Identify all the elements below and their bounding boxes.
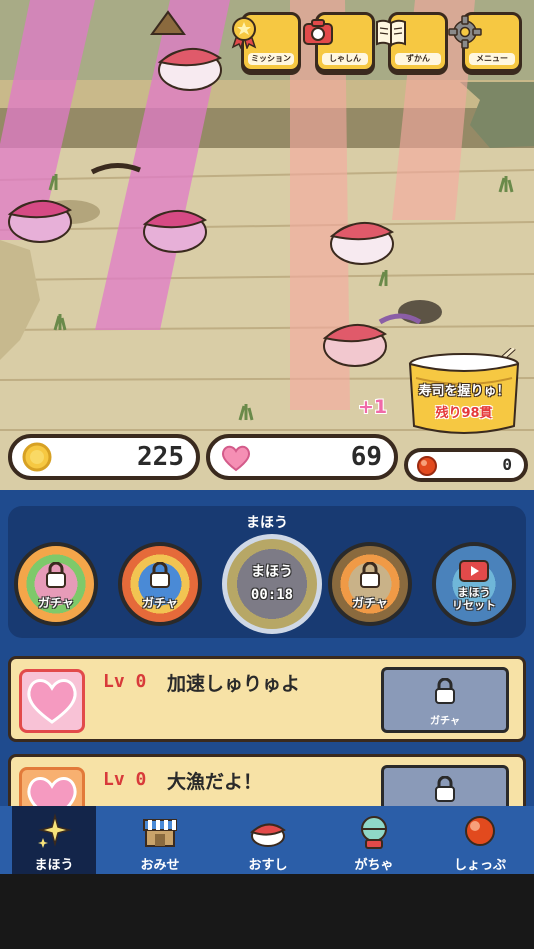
orb-count: 0 [502, 455, 512, 474]
tab-magic[interactable]: まほう [12, 806, 96, 874]
menu-label: メニュー [469, 53, 515, 65]
coin-count: 225 [137, 442, 184, 472]
magic-slot-3-caption: まほう [251, 564, 293, 580]
tab-sushi[interactable]: おすし [226, 806, 310, 874]
coin-counter: 225 [8, 434, 200, 480]
mission-label: ミッション [248, 53, 294, 65]
tv-icon [459, 560, 489, 582]
bucket-remaining: 残り98貫 [435, 406, 493, 421]
lock-icon [360, 562, 380, 588]
tab-gacha[interactable]: がちゃ [332, 806, 416, 874]
upgrade-row-catch: Lv 0 大漁だよ！ [8, 754, 526, 806]
heart-icon [27, 777, 77, 806]
coin-icon [22, 442, 52, 472]
bottom-tab-bar: まほう おみせ おすし がちゃ しょっぷ [0, 806, 534, 874]
magic-slot-3-active[interactable]: まほう 00:18 [222, 534, 322, 634]
magic-slot-3-timer: 00:18 [250, 587, 294, 603]
heart-thumbnail [19, 669, 85, 733]
gacha-locked-button[interactable] [381, 765, 509, 806]
heart-counter: 69 [206, 434, 398, 480]
book-icon [376, 19, 406, 47]
sushi-icon [250, 823, 286, 847]
photo-label: しゃしん [322, 53, 368, 65]
magic-slot-4-caption: ガチャ [352, 596, 388, 610]
lock-icon [46, 562, 66, 588]
upgrade-name: 大漁だよ！ [167, 771, 263, 793]
heart-count: 69 [350, 442, 382, 472]
menu-button[interactable]: メニュー [448, 12, 522, 72]
camera-icon [303, 19, 333, 45]
gacha-locked-button[interactable]: ガチャ [381, 667, 509, 733]
sparkle-icon [38, 813, 72, 848]
magic-slot-4[interactable]: ガチャ [328, 542, 412, 626]
magic-box: まほう ガチャ ガチャ まほう 00:18 ガチャ まほう リセット [8, 506, 526, 638]
bottom-empty-area [0, 874, 534, 949]
lock-icon [435, 678, 455, 704]
magic-slot-1-caption: ガチャ [38, 596, 74, 610]
magic-title: まほう [246, 515, 288, 531]
tab-store-label: しょっぷ [453, 858, 506, 873]
tab-sushi-label: おすし [248, 858, 288, 873]
magic-panel: まほう ガチャ ガチャ まほう 00:18 ガチャ まほう リセット Lv 0 … [0, 490, 534, 806]
mission-button[interactable]: ミッション [231, 12, 301, 72]
game-scene[interactable]: ミッション しゃしん ずかん メニュー 寿司を握りゅ！ 残り98貫 +1 225… [0, 0, 534, 490]
floating-gain-text: +1 [358, 396, 388, 418]
tab-magic-label: まほう [34, 858, 74, 873]
orb-icon [417, 456, 437, 476]
encyclopedia-label: ずかん [395, 53, 441, 65]
photo-button[interactable]: しゃしん [303, 12, 375, 72]
magic-slot-2[interactable]: ガチャ [118, 542, 202, 626]
magic-slot-5-caption: まほう リセット [452, 586, 496, 612]
lock-icon [435, 776, 455, 802]
heart-icon [221, 445, 251, 472]
catch-thumbnail [19, 767, 85, 806]
tab-store[interactable]: しょっぷ [438, 806, 522, 874]
magic-slot-5-reset[interactable]: まほう リセット [432, 542, 516, 626]
medal-icon [231, 17, 257, 49]
heart-icon [27, 679, 77, 724]
orb-icon [465, 816, 495, 846]
upgrade-row-speed: Lv 0 加速しゅりゅよ ガチャ [8, 656, 526, 742]
encyclopedia-button[interactable]: ずかん [376, 12, 448, 72]
tab-gacha-label: がちゃ [354, 858, 394, 873]
upgrade-level: Lv 0 [103, 671, 147, 692]
magic-slot-1[interactable]: ガチャ [14, 542, 98, 626]
tab-shop-label: おみせ [140, 858, 180, 873]
magic-slot-2-caption: ガチャ [142, 596, 178, 610]
gear-icon [448, 15, 482, 49]
shop-icon [143, 819, 177, 847]
bucket-title: 寿司を握りゅ！ [418, 384, 510, 399]
rice-bucket[interactable]: 寿司を握りゅ！ 残り98貫 [404, 348, 524, 438]
gacha-button-label: ガチャ [430, 716, 460, 727]
gacha-capsule-icon [361, 816, 387, 849]
lock-icon [150, 562, 170, 588]
upgrade-level: Lv 0 [103, 769, 147, 790]
tab-shop-building[interactable]: おみせ [118, 806, 202, 874]
upgrade-name: 加速しゅりゅよ [167, 673, 301, 695]
orb-counter: 0 [404, 448, 528, 482]
